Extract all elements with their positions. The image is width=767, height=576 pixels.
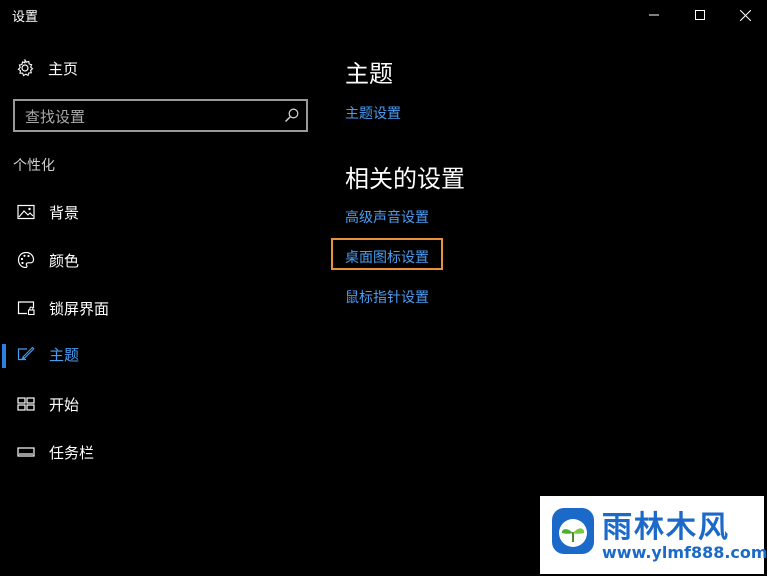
mouse-pointer-settings-link[interactable]: 鼠标指针设置: [345, 287, 429, 307]
sidebar-item-colors[interactable]: 颜色: [0, 240, 322, 280]
sidebar-item-background[interactable]: 背景: [0, 192, 322, 232]
close-icon: [739, 9, 751, 21]
sidebar-item-lock-screen[interactable]: 锁屏界面: [0, 288, 322, 328]
active-indicator: [2, 344, 6, 368]
gear-icon: [17, 59, 34, 77]
taskbar-icon: [16, 442, 36, 462]
sidebar-item-label: 背景: [49, 203, 80, 222]
maximize-button[interactable]: [680, 0, 720, 30]
window-title: 设置: [12, 10, 39, 25]
home-nav-item[interactable]: 主页: [16, 56, 78, 80]
theme-settings-link[interactable]: 主题设置: [345, 103, 401, 123]
palette-icon: [16, 250, 36, 270]
sidebar-item-label: 任务栏: [49, 443, 95, 462]
search-icon[interactable]: [284, 107, 300, 123]
sidebar: 主页 个性化 背景 颜色 锁屏界面 主题: [0, 32, 322, 576]
watermark: 雨林木风 www.ylmf888.com: [540, 496, 767, 574]
lock-screen-icon: [16, 298, 36, 318]
sidebar-item-label: 颜色: [49, 251, 80, 270]
watermark-text: 雨林木风: [602, 510, 730, 545]
theme-brush-icon: [16, 344, 36, 364]
home-label: 主页: [48, 59, 79, 78]
desktop-icon-settings-link[interactable]: 桌面图标设置: [345, 247, 429, 267]
minimize-button[interactable]: [634, 0, 674, 30]
search-box[interactable]: [13, 99, 308, 132]
advanced-sound-settings-link[interactable]: 高级声音设置: [345, 207, 429, 227]
sidebar-item-taskbar[interactable]: 任务栏: [0, 432, 322, 472]
page-title: 主题: [345, 60, 393, 88]
minimize-icon: [649, 14, 659, 16]
sidebar-item-start[interactable]: 开始: [0, 384, 322, 424]
start-icon: [16, 394, 36, 414]
sidebar-item-label: 锁屏界面: [49, 299, 110, 318]
close-button[interactable]: [725, 0, 765, 30]
title-bar: 设置: [0, 0, 767, 32]
sidebar-item-label: 开始: [49, 395, 80, 414]
sidebar-item-themes[interactable]: 主题: [0, 334, 322, 374]
search-input[interactable]: [15, 101, 287, 132]
watermark-url: www.ylmf888.com: [602, 543, 767, 562]
related-settings-heading: 相关的设置: [345, 165, 465, 193]
maximize-icon: [695, 10, 705, 20]
watermark-logo: [552, 508, 594, 554]
sidebar-item-label: 主题: [49, 345, 80, 364]
picture-icon: [16, 202, 36, 222]
section-label-personalization: 个性化: [13, 158, 55, 174]
